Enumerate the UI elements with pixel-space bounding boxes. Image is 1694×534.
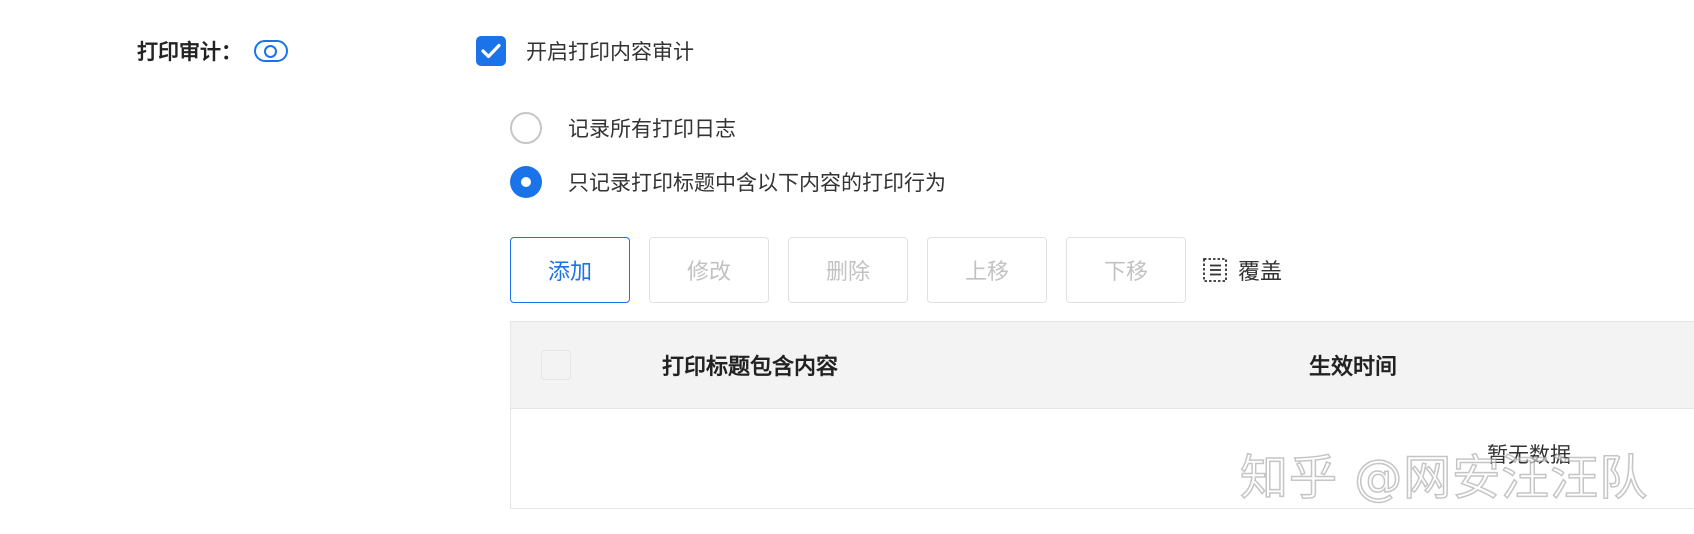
empty-state-text: 暂无数据: [1487, 443, 1571, 467]
radio-all-logs[interactable]: [510, 112, 542, 144]
list-box-icon: [1203, 258, 1227, 282]
label-colon: ：: [221, 40, 242, 64]
radio-option-all-logs[interactable]: 记录所有打印日志: [510, 111, 736, 145]
radio-title-filter-label: 只记录打印标题中含以下内容的打印行为: [568, 171, 946, 195]
enable-audit-label: 开启打印内容审计: [526, 40, 694, 64]
checkmark-icon: [481, 43, 501, 59]
table-header: 打印标题包含内容 生效时间: [511, 322, 1694, 409]
radio-title-filter[interactable]: [510, 166, 542, 198]
enable-audit-checkbox[interactable]: [476, 36, 506, 66]
select-all-checkbox[interactable]: [541, 350, 571, 380]
column-header-effective-time: 生效时间: [1309, 355, 1398, 380]
print-audit-settings: 打印审计： 开启打印内容审计 记录所有打印日志 只记录打印标题中含以下内容的打印…: [0, 0, 1694, 534]
cover-button[interactable]: 覆盖: [1202, 254, 1282, 286]
table-body: 暂无数据: [511, 409, 1694, 509]
move-up-button[interactable]: 上移: [927, 237, 1047, 303]
enable-audit-row[interactable]: 开启打印内容审计: [476, 34, 694, 68]
radio-all-logs-label: 记录所有打印日志: [568, 117, 736, 141]
toggle-icon[interactable]: [254, 40, 288, 62]
edit-button[interactable]: 修改: [649, 237, 769, 303]
cover-label: 覆盖: [1238, 260, 1283, 285]
radio-option-title-filter[interactable]: 只记录打印标题中含以下内容的打印行为: [510, 165, 946, 199]
add-button[interactable]: 添加: [510, 237, 630, 303]
keyword-table: 打印标题包含内容 生效时间 暂无数据: [510, 321, 1694, 509]
print-audit-label-group: 打印审计：: [137, 34, 288, 68]
column-header-title-contains: 打印标题包含内容: [662, 355, 839, 380]
move-down-button[interactable]: 下移: [1066, 237, 1186, 303]
toolbar: 添加 修改 删除 上移 下移 覆盖: [510, 237, 1282, 303]
delete-button[interactable]: 删除: [788, 237, 908, 303]
print-audit-label: 打印审计: [137, 40, 221, 64]
